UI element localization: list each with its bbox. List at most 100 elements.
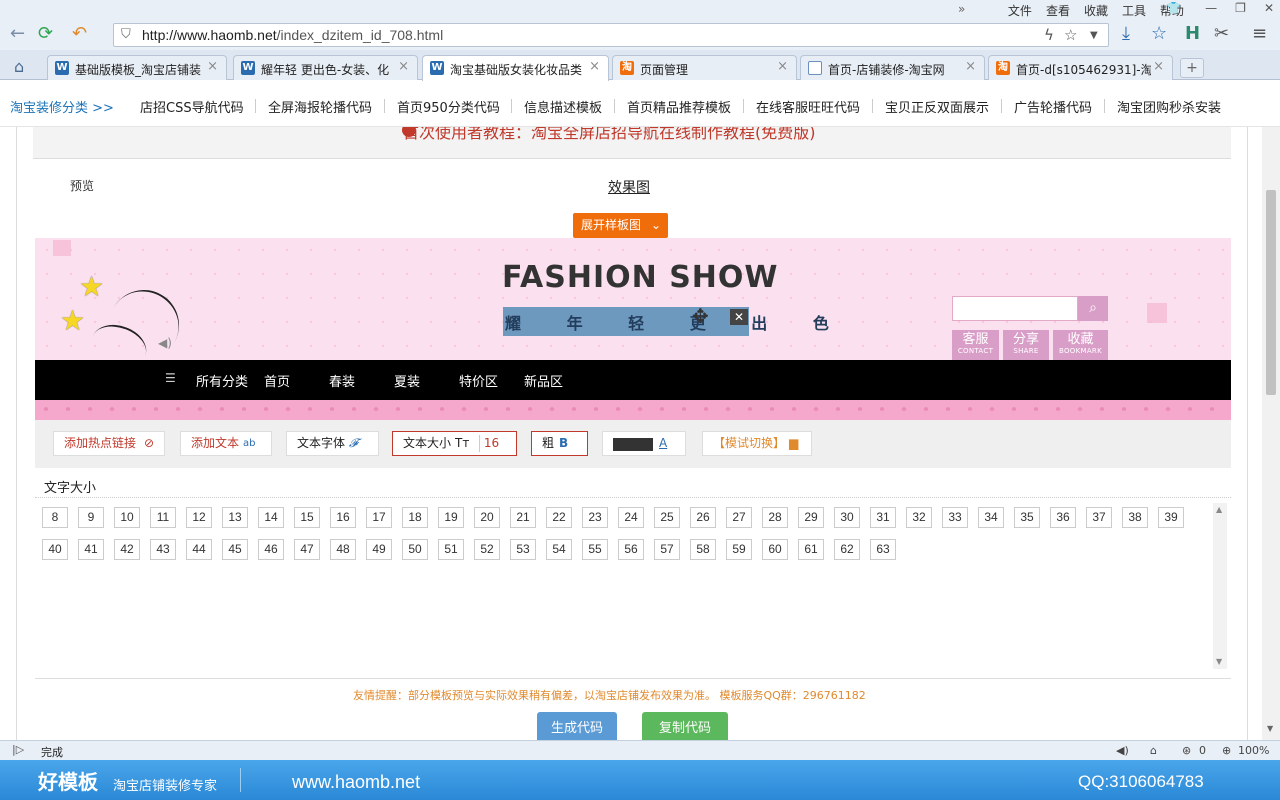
more-menu-icon[interactable]: ≡: [1252, 24, 1267, 44]
font-size-option[interactable]: 63: [870, 539, 896, 560]
zoom-icon[interactable]: ⊕: [1222, 744, 1231, 757]
move-cursor-icon[interactable]: ✥: [692, 304, 709, 328]
font-size-option[interactable]: 14: [258, 507, 284, 528]
font-size-option[interactable]: 44: [186, 539, 212, 560]
font-size-option[interactable]: 42: [114, 539, 140, 560]
favorites-icon[interactable]: ☆: [1151, 24, 1167, 44]
address-bar[interactable]: ⛉ http://www.haomb.net/index_dzitem_id_7…: [113, 23, 1109, 47]
font-size-option[interactable]: 56: [618, 539, 644, 560]
home-icon[interactable]: ⌂: [14, 57, 24, 76]
shop-nav-item[interactable]: 新品区: [524, 371, 563, 390]
browser-tab[interactable]: W 淘宝基础版女装化妆品类 ×: [422, 55, 609, 81]
shop-nav-item[interactable]: 夏装: [394, 371, 420, 390]
font-size-option[interactable]: 9: [78, 507, 104, 528]
browser-tab[interactable]: 淘页面管理 ×: [612, 55, 797, 80]
generate-code-button[interactable]: 生成代码: [537, 712, 617, 740]
category-link[interactable]: 在线客服旺旺代码: [756, 97, 860, 116]
category-link[interactable]: 首页精品推荐模板: [627, 97, 731, 116]
font-size-option[interactable]: 20: [474, 507, 500, 528]
font-size-option[interactable]: 24: [618, 507, 644, 528]
font-size-option[interactable]: 45: [222, 539, 248, 560]
font-size-option[interactable]: 39: [1158, 507, 1184, 528]
font-size-option[interactable]: 41: [78, 539, 104, 560]
banner-action-button[interactable]: 收藏 BOOKMARK: [1053, 330, 1108, 360]
font-size-option[interactable]: 26: [690, 507, 716, 528]
font-size-option[interactable]: 50: [402, 539, 428, 560]
font-size-option[interactable]: 12: [186, 507, 212, 528]
scissors-icon[interactable]: ✂: [1214, 24, 1229, 44]
font-size-option[interactable]: 33: [942, 507, 968, 528]
tab-close-icon[interactable]: ×: [1153, 59, 1164, 74]
font-size-option[interactable]: 48: [330, 539, 356, 560]
mode-switch-button[interactable]: 【模试切换】 ▆: [702, 431, 812, 456]
back-icon[interactable]: ←: [10, 24, 25, 44]
tab-close-icon[interactable]: ×: [589, 59, 600, 74]
text-size-button[interactable]: 文本大小 Tт 16: [392, 431, 517, 456]
text-color-button[interactable]: A: [602, 431, 686, 456]
shop-nav-item[interactable]: 所有分类: [196, 371, 248, 390]
banner-subtitle[interactable]: 耀 年 轻 更 出 色: [505, 310, 849, 334]
font-size-option[interactable]: 29: [798, 507, 824, 528]
font-size-option[interactable]: 60: [762, 539, 788, 560]
font-size-option[interactable]: 52: [474, 539, 500, 560]
font-size-option[interactable]: 16: [330, 507, 356, 528]
font-size-option[interactable]: 47: [294, 539, 320, 560]
scroll-thumb[interactable]: [1266, 190, 1276, 395]
shop-nav-item[interactable]: 特价区: [459, 371, 498, 390]
category-link[interactable]: 淘宝团购秒杀安装: [1117, 97, 1221, 116]
expand-template-button[interactable]: 展开样板图 ⌄: [573, 213, 668, 238]
font-size-option[interactable]: 51: [438, 539, 464, 560]
size-panel-scrollbar[interactable]: ▲ ▼: [1213, 503, 1227, 669]
font-size-option[interactable]: 57: [654, 539, 680, 560]
font-size-option[interactable]: 34: [978, 507, 1004, 528]
shop-nav-item[interactable]: 首页: [264, 371, 290, 390]
font-size-option[interactable]: 10: [114, 507, 140, 528]
page-scrollbar[interactable]: ▼: [1262, 127, 1280, 740]
volume-icon[interactable]: ◀): [1116, 744, 1129, 757]
font-size-option[interactable]: 32: [906, 507, 932, 528]
category-link[interactable]: 店招CSS导航代码: [140, 97, 244, 116]
h-app-icon[interactable]: H: [1185, 24, 1200, 44]
font-size-option[interactable]: 55: [582, 539, 608, 560]
banner-search-input[interactable]: [952, 296, 1078, 321]
font-size-option[interactable]: 54: [546, 539, 572, 560]
font-size-option[interactable]: 61: [798, 539, 824, 560]
minimize-icon[interactable]: —: [1205, 1, 1217, 15]
font-size-option[interactable]: 8: [42, 507, 68, 528]
scroll-up-icon[interactable]: ▲: [1216, 505, 1222, 514]
font-size-option[interactable]: 23: [582, 507, 608, 528]
font-size-option[interactable]: 18: [402, 507, 428, 528]
font-size-option[interactable]: 43: [150, 539, 176, 560]
font-size-option[interactable]: 11: [150, 507, 176, 528]
font-size-option[interactable]: 53: [510, 539, 536, 560]
menu-item[interactable]: 工具: [1122, 2, 1146, 19]
font-size-option[interactable]: 21: [510, 507, 536, 528]
skin-icon[interactable]: 👕: [1166, 1, 1181, 15]
browser-tab[interactable]: 淘首页-d[s105462931]-淘 ×: [988, 55, 1173, 80]
font-size-option[interactable]: 62: [834, 539, 860, 560]
font-size-option[interactable]: 36: [1050, 507, 1076, 528]
tab-close-icon[interactable]: ×: [777, 59, 788, 74]
tab-close-icon[interactable]: ×: [398, 59, 409, 74]
font-size-option[interactable]: 30: [834, 507, 860, 528]
tab-close-icon[interactable]: ×: [965, 59, 976, 74]
banner-title[interactable]: FASHION SHOW: [502, 260, 779, 295]
font-size-option[interactable]: 17: [366, 507, 392, 528]
browser-tab[interactable]: W 耀年轻 更出色-女装、化 ×: [233, 55, 418, 80]
zoom-level[interactable]: 100%: [1238, 744, 1269, 757]
font-size-option[interactable]: 27: [726, 507, 752, 528]
dropdown-icon[interactable]: ▼: [1090, 30, 1098, 41]
browser-tab[interactable]: 首页-店铺装修-淘宝网 ×: [800, 55, 985, 80]
text-font-button[interactable]: 文本字体 𝓕: [286, 431, 379, 456]
font-size-option[interactable]: 35: [1014, 507, 1040, 528]
search-icon[interactable]: ⌕: [1078, 296, 1108, 321]
notice-text[interactable]: 首次使用者教程：淘宝全屏店招导航在线制作教程(免费版): [403, 127, 816, 143]
new-tab-button[interactable]: +: [1180, 58, 1204, 78]
category-brand[interactable]: 淘宝装修分类 >>: [10, 97, 114, 116]
undo-icon[interactable]: ↶: [72, 24, 87, 44]
bold-button[interactable]: 粗 B: [531, 431, 588, 456]
restore-icon[interactable]: ❐: [1235, 1, 1246, 15]
font-size-option[interactable]: 31: [870, 507, 896, 528]
favorite-star-icon[interactable]: ☆: [1064, 26, 1077, 44]
font-size-option[interactable]: 13: [222, 507, 248, 528]
